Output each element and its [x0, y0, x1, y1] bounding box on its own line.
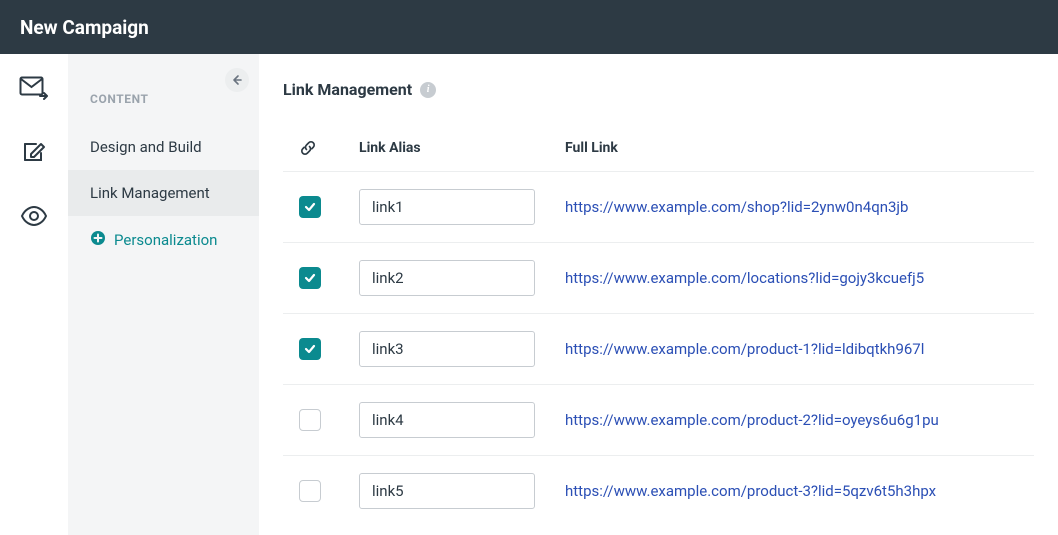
full-link[interactable]: https://www.example.com/product-2?lid=oy… — [565, 411, 939, 429]
cell-full-link: https://www.example.com/product-2?lid=oy… — [565, 411, 1034, 429]
main-title: Link Management i — [283, 80, 1034, 99]
row-checkbox[interactable] — [299, 196, 321, 218]
column-header-alias: Link Alias — [359, 140, 565, 156]
edit-icon — [21, 139, 47, 169]
cell-checkbox — [299, 338, 359, 360]
sidebar-item-design-and-build[interactable]: Design and Build — [68, 124, 259, 170]
sidebar-collapse-button[interactable] — [225, 68, 249, 92]
cell-alias — [359, 331, 565, 367]
cell-checkbox — [299, 409, 359, 431]
table-header-row: Link Alias Full Link — [283, 125, 1034, 171]
page-title: New Campaign — [20, 16, 149, 39]
cell-full-link: https://www.example.com/product-3?lid=5q… — [565, 482, 1034, 500]
sidebar: CONTENT Design and BuildLink ManagementP… — [68, 54, 259, 535]
table-row: https://www.example.com/product-2?lid=oy… — [283, 384, 1034, 455]
iconbar-preview[interactable] — [16, 200, 52, 236]
row-checkbox[interactable] — [299, 409, 321, 431]
link-alias-input[interactable] — [359, 260, 535, 296]
sidebar-item-label: Personalization — [114, 231, 217, 249]
app-header: New Campaign — [0, 0, 1058, 54]
cell-full-link: https://www.example.com/locations?lid=go… — [565, 269, 1034, 287]
row-checkbox[interactable] — [299, 480, 321, 502]
table-row: https://www.example.com/shop?lid=2ynw0n4… — [283, 171, 1034, 242]
cell-alias — [359, 473, 565, 509]
main-title-text: Link Management — [283, 80, 412, 99]
layout: CONTENT Design and BuildLink ManagementP… — [0, 54, 1058, 535]
full-link[interactable]: https://www.example.com/shop?lid=2ynw0n4… — [565, 198, 908, 216]
sidebar-item-label: Design and Build — [90, 138, 202, 156]
plus-circle-icon — [90, 230, 106, 250]
arrow-left-icon — [231, 71, 243, 90]
cell-checkbox — [299, 267, 359, 289]
full-link[interactable]: https://www.example.com/locations?lid=go… — [565, 269, 924, 287]
iconbar — [0, 54, 68, 535]
eye-icon — [20, 206, 48, 230]
table-row: https://www.example.com/product-1?lid=ld… — [283, 313, 1034, 384]
full-link[interactable]: https://www.example.com/product-1?lid=ld… — [565, 340, 924, 358]
cell-alias — [359, 402, 565, 438]
link-alias-input[interactable] — [359, 331, 535, 367]
cell-full-link: https://www.example.com/shop?lid=2ynw0n4… — [565, 198, 1034, 216]
link-alias-input[interactable] — [359, 189, 535, 225]
link-icon — [299, 139, 317, 157]
table-row: https://www.example.com/product-3?lid=5q… — [283, 455, 1034, 526]
sidebar-item-personalization[interactable]: Personalization — [68, 216, 259, 264]
row-checkbox[interactable] — [299, 338, 321, 360]
cell-checkbox — [299, 196, 359, 218]
link-alias-input[interactable] — [359, 473, 535, 509]
cell-full-link: https://www.example.com/product-1?lid=ld… — [565, 340, 1034, 358]
full-link[interactable]: https://www.example.com/product-3?lid=5q… — [565, 482, 936, 500]
iconbar-send[interactable] — [16, 72, 52, 108]
cell-checkbox — [299, 480, 359, 502]
link-alias-input[interactable] — [359, 402, 535, 438]
main-content: Link Management i Link Alias Full Link h… — [259, 54, 1058, 535]
cell-alias — [359, 260, 565, 296]
link-table: Link Alias Full Link https://www.example… — [283, 125, 1034, 526]
table-row: https://www.example.com/locations?lid=go… — [283, 242, 1034, 313]
info-icon[interactable]: i — [420, 82, 436, 98]
iconbar-edit[interactable] — [16, 136, 52, 172]
column-header-full: Full Link — [565, 140, 1034, 156]
sidebar-item-label: Link Management — [90, 184, 210, 202]
row-checkbox[interactable] — [299, 267, 321, 289]
sidebar-item-link-management[interactable]: Link Management — [68, 170, 259, 216]
cell-alias — [359, 189, 565, 225]
envelope-send-icon — [19, 76, 49, 104]
column-header-checkbox — [299, 139, 359, 157]
